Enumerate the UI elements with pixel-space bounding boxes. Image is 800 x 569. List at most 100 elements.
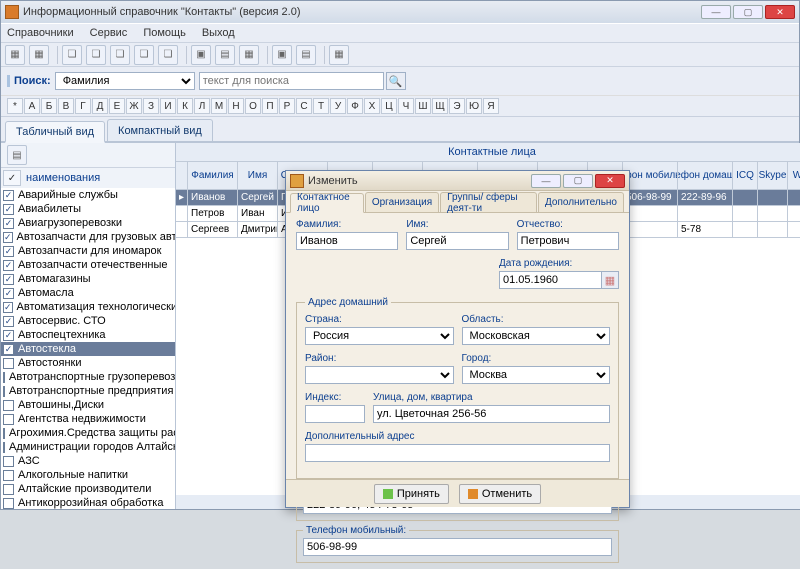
checkbox[interactable]: ✓ — [3, 288, 14, 299]
col-head[interactable]: W — [788, 162, 800, 190]
menu-spravochniki[interactable]: Справочники — [7, 27, 74, 39]
alpha-Н[interactable]: Н — [228, 98, 244, 114]
toolbar-btn-1[interactable]: ▦ — [5, 45, 25, 65]
alpha-А[interactable]: А — [24, 98, 40, 114]
sidebar-item[interactable]: ✓Автозапчасти отечественные — [1, 258, 175, 272]
sidebar-item[interactable]: ✓Аварийные службы — [1, 188, 175, 202]
dtab-org[interactable]: Организация — [365, 192, 439, 212]
search-input[interactable] — [199, 72, 384, 90]
maximize-button[interactable]: ▢ — [733, 5, 763, 19]
dtab-contact[interactable]: Контактное лицо — [290, 193, 364, 213]
sidebar-item[interactable]: Агрохимия.Средства защиты раст — [1, 426, 175, 440]
menu-help[interactable]: Помощь — [143, 27, 186, 39]
sel-country[interactable]: Россия — [305, 327, 454, 345]
col-head[interactable]: Имя — [238, 162, 278, 190]
alpha-Р[interactable]: Р — [279, 98, 295, 114]
col-head[interactable]: Телефон мобильный — [623, 162, 678, 190]
checkbox[interactable] — [3, 386, 5, 397]
in-name[interactable] — [406, 232, 508, 250]
sidebar-item[interactable]: ✓Автозапчасти для иномарок — [1, 244, 175, 258]
checkbox[interactable]: ✓ — [3, 302, 13, 313]
sidebar-item[interactable]: ✓Авиабилеты — [1, 202, 175, 216]
sidebar-item[interactable]: ✓Авиагрузоперевозки — [1, 216, 175, 230]
sidebar-check-all[interactable]: ✓ — [3, 170, 21, 186]
sidebar-item[interactable]: ✓Автоспецтехника — [1, 328, 175, 342]
col-head[interactable]: Телефон домашний — [678, 162, 733, 190]
in-addr2[interactable] — [305, 444, 610, 462]
checkbox[interactable]: ✓ — [3, 274, 14, 285]
tab-table-view[interactable]: Табличный вид — [5, 121, 105, 143]
toolbar-btn-7[interactable]: ❏ — [158, 45, 178, 65]
sidebar-item[interactable]: Автостоянки — [1, 356, 175, 370]
alpha-Я[interactable]: Я — [483, 98, 499, 114]
dtab-extra[interactable]: Дополнительно — [538, 192, 624, 212]
checkbox[interactable] — [3, 498, 14, 509]
sidebar-item[interactable]: ✓Автосервис. СТО — [1, 314, 175, 328]
checkbox[interactable]: ✓ — [3, 246, 14, 257]
alpha-П[interactable]: П — [262, 98, 278, 114]
sidebar-item[interactable]: Антикоррозийная обработка — [1, 496, 175, 509]
dialog-minimize-button[interactable]: — — [531, 174, 561, 188]
dtab-groups[interactable]: Группы/ сферы деят-ти — [440, 192, 537, 212]
checkbox[interactable]: ✓ — [3, 344, 14, 355]
menu-servis[interactable]: Сервис — [90, 27, 128, 39]
toolbar-btn-5[interactable]: ❏ — [110, 45, 130, 65]
sidebar-expand-button[interactable]: ▤ — [7, 145, 27, 165]
checkbox[interactable] — [3, 400, 14, 411]
alpha-И[interactable]: И — [160, 98, 176, 114]
checkbox[interactable] — [3, 442, 5, 453]
alpha-*[interactable]: * — [7, 98, 23, 114]
sidebar-item[interactable]: ✓Автомасла — [1, 286, 175, 300]
sel-region[interactable]: Московская — [462, 327, 611, 345]
in-street[interactable] — [373, 405, 610, 423]
checkbox[interactable] — [3, 456, 14, 467]
checkbox[interactable] — [3, 372, 5, 383]
sidebar-item[interactable]: АЗС — [1, 454, 175, 468]
alpha-У[interactable]: У — [330, 98, 346, 114]
checkbox[interactable]: ✓ — [3, 232, 13, 243]
alpha-Х[interactable]: Х — [364, 98, 380, 114]
alpha-Д[interactable]: Д — [92, 98, 108, 114]
sidebar-item[interactable]: Автотранспортные предприятия — [1, 384, 175, 398]
alpha-В[interactable]: В — [58, 98, 74, 114]
alpha-Ф[interactable]: Ф — [347, 98, 363, 114]
alpha-М[interactable]: М — [211, 98, 227, 114]
toolbar-btn-4[interactable]: ❏ — [86, 45, 106, 65]
alpha-Ж[interactable]: Ж — [126, 98, 142, 114]
sidebar-item[interactable]: ✓Автозапчасти для грузовых автом — [1, 230, 175, 244]
checkbox[interactable]: ✓ — [3, 330, 14, 341]
alpha-Щ[interactable]: Щ — [432, 98, 448, 114]
sidebar-item[interactable]: ✓Автостекла — [1, 342, 175, 356]
search-field-select[interactable]: Фамилия — [55, 72, 195, 90]
sidebar-item[interactable]: Автотранспортные грузоперевозки — [1, 370, 175, 384]
search-button[interactable]: 🔍 — [386, 72, 406, 90]
sidebar-item[interactable]: Автошины,Диски — [1, 398, 175, 412]
col-head[interactable]: Skype — [758, 162, 788, 190]
toolbar-btn-8[interactable]: ▣ — [191, 45, 211, 65]
toolbar-btn-2[interactable]: ▦ — [29, 45, 49, 65]
dialog-close-button[interactable]: ✕ — [595, 174, 625, 188]
checkbox[interactable]: ✓ — [3, 204, 14, 215]
toolbar-btn-12[interactable]: ▤ — [296, 45, 316, 65]
sidebar-item[interactable]: Администрации городов Алтайског — [1, 440, 175, 454]
ok-button[interactable]: Принять — [374, 484, 449, 504]
cancel-button[interactable]: Отменить — [459, 484, 541, 504]
alpha-Е[interactable]: Е — [109, 98, 125, 114]
alpha-О[interactable]: О — [245, 98, 261, 114]
sidebar-item[interactable]: ✓Автоматизация технологических пр — [1, 300, 175, 314]
alpha-К[interactable]: К — [177, 98, 193, 114]
toolbar-btn-10[interactable]: ▦ — [239, 45, 259, 65]
in-pat[interactable] — [517, 232, 619, 250]
alpha-Л[interactable]: Л — [194, 98, 210, 114]
checkbox[interactable]: ✓ — [3, 218, 14, 229]
checkbox[interactable] — [3, 484, 14, 495]
checkbox[interactable] — [3, 358, 14, 369]
sel-city[interactable]: Москва — [462, 366, 611, 384]
alpha-З[interactable]: З — [143, 98, 159, 114]
tab-compact-view[interactable]: Компактный вид — [107, 119, 213, 141]
toolbar-btn-6[interactable]: ❏ — [134, 45, 154, 65]
alpha-Т[interactable]: Т — [313, 98, 329, 114]
in-zip[interactable] — [305, 405, 365, 423]
close-button[interactable]: ✕ — [765, 5, 795, 19]
checkbox[interactable] — [3, 414, 14, 425]
